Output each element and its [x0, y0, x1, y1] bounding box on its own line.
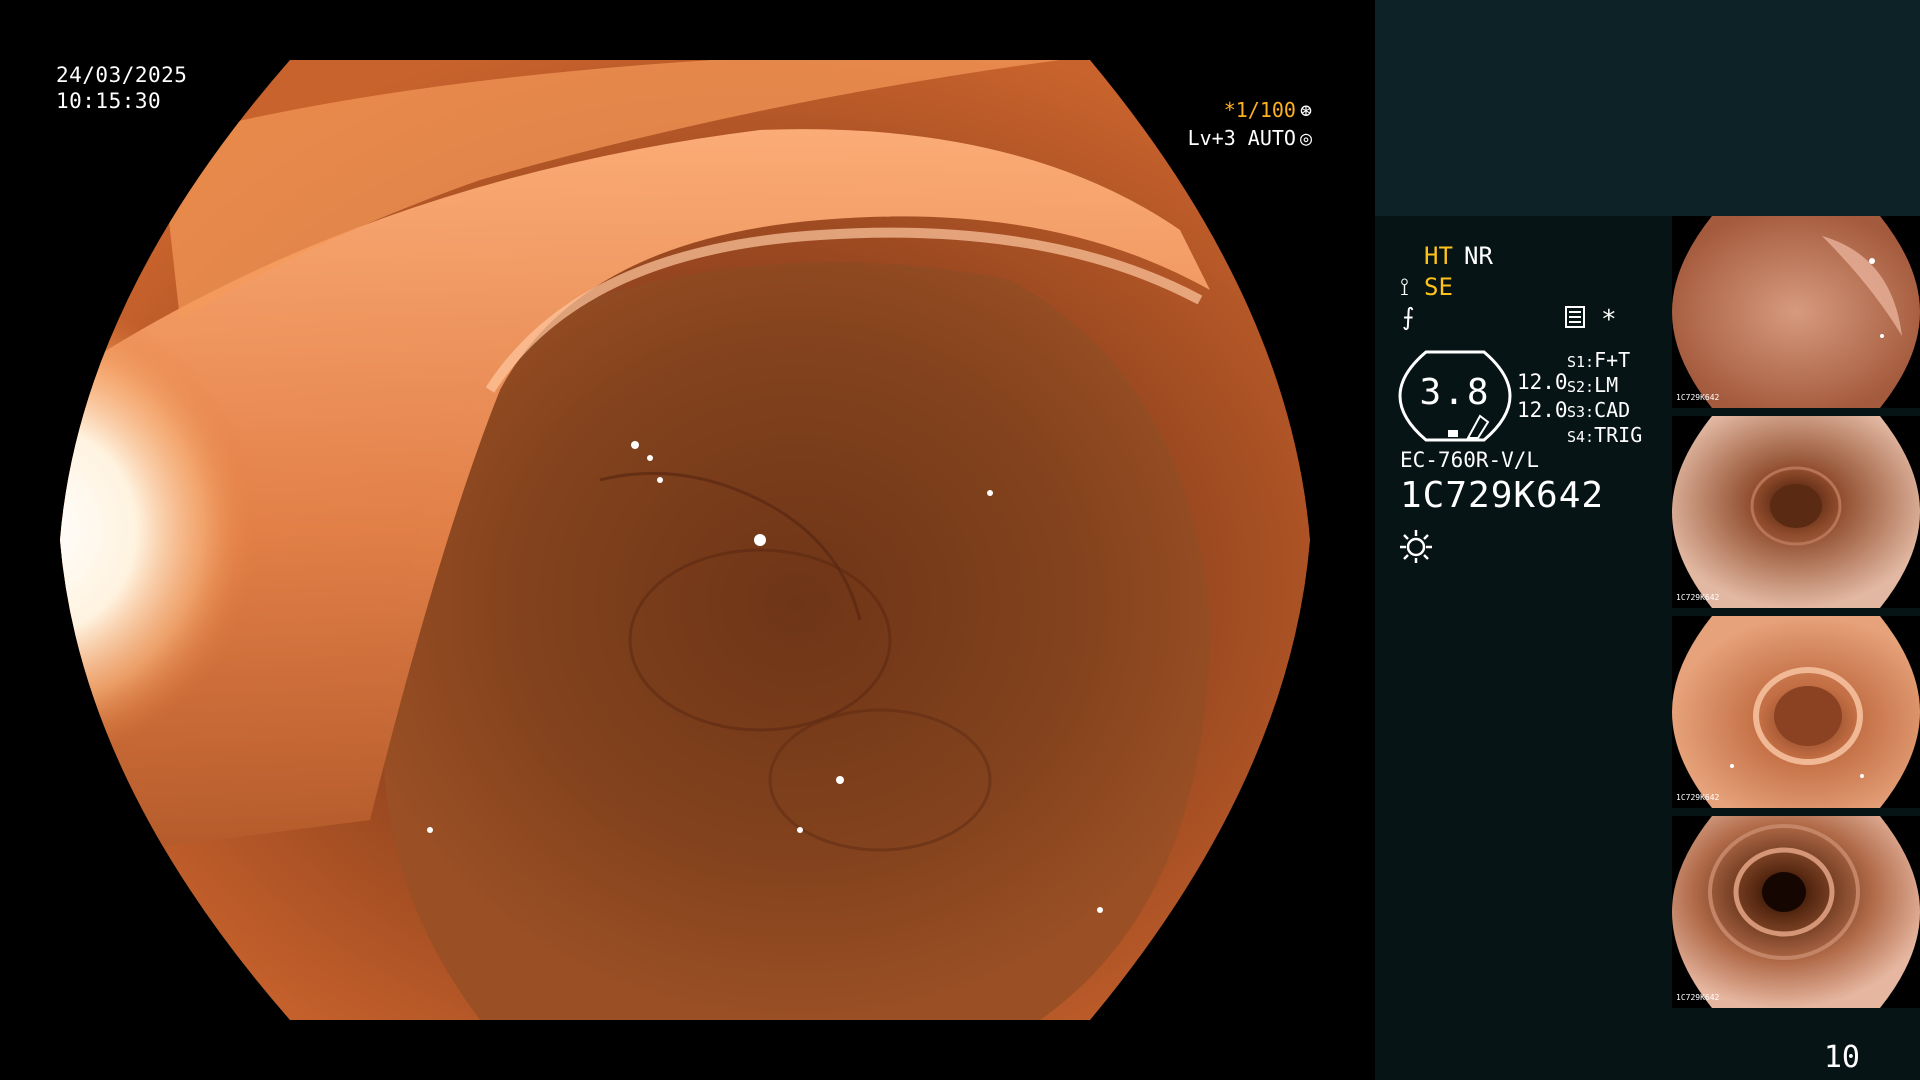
thumbnail-caption: 1C729K642: [1676, 393, 1720, 402]
setting-value: TRIG: [1594, 423, 1643, 447]
star-indicator: *: [1601, 305, 1617, 335]
setting-s1: S1:F+T: [1567, 348, 1630, 375]
gauge-value: 3.8: [1419, 372, 1491, 413]
shutter-readout: *1/100 ⊛: [1224, 98, 1312, 122]
thumbnail-4[interactable]: 1C729K642: [1672, 816, 1920, 1008]
setting-s3: S3:CAD: [1567, 398, 1630, 425]
setting-key: S3:: [1567, 403, 1595, 421]
endoscope-live-view: [60, 60, 1310, 1020]
thumbnail-caption: 1C729K642: [1676, 993, 1720, 1002]
page-number: 10: [1823, 1040, 1860, 1075]
scope-serial: 1C729K642: [1400, 475, 1605, 516]
level-readout: Lv+3 AUTO ◎: [1188, 126, 1312, 150]
level-text: Lv+3 AUTO: [1187, 126, 1296, 150]
setting-s2: S2:LM: [1567, 373, 1618, 400]
info-panel-header: [1375, 0, 1920, 216]
value-1: 12.0: [1517, 370, 1568, 394]
timestamp: 24/03/2025 10:15:30: [56, 62, 187, 114]
iris-icon: ◎: [1299, 126, 1312, 150]
wand-icon: ⟟: [1400, 273, 1409, 301]
time-text: 10:15:30: [56, 89, 162, 113]
thumbnail-1[interactable]: 1C729K642: [1672, 216, 1920, 408]
thumbnail-caption: 1C729K642: [1676, 793, 1720, 802]
shutter-text: *1/100: [1223, 98, 1296, 122]
date-text: 24/03/2025: [56, 63, 188, 87]
f-icon: ⨍: [1402, 303, 1415, 331]
light-icon: [1400, 530, 1432, 563]
setting-value: F+T: [1594, 348, 1631, 372]
thumbnail-3[interactable]: 1C729K642: [1672, 616, 1920, 808]
thumbnail-caption: 1C729K642: [1676, 593, 1720, 602]
grid-icon: [1565, 306, 1585, 328]
scope-model: EC-760R-V/L: [1400, 448, 1540, 472]
nr-indicator: NR: [1464, 242, 1493, 270]
thumbnail-2[interactable]: 1C729K642: [1672, 416, 1920, 608]
ht-indicator: HT: [1424, 242, 1453, 270]
se-indicator: SE: [1424, 273, 1453, 301]
value-2: 12.0: [1517, 398, 1568, 422]
setting-value: LM: [1594, 373, 1619, 397]
setting-key: S2:: [1567, 378, 1595, 396]
setting-value: CAD: [1594, 398, 1631, 422]
aperture-icon: ⊛: [1299, 98, 1312, 122]
setting-key: S1:: [1567, 353, 1595, 371]
setting-s4: S4:TRIG: [1567, 423, 1642, 450]
setting-key: S4:: [1567, 428, 1595, 446]
